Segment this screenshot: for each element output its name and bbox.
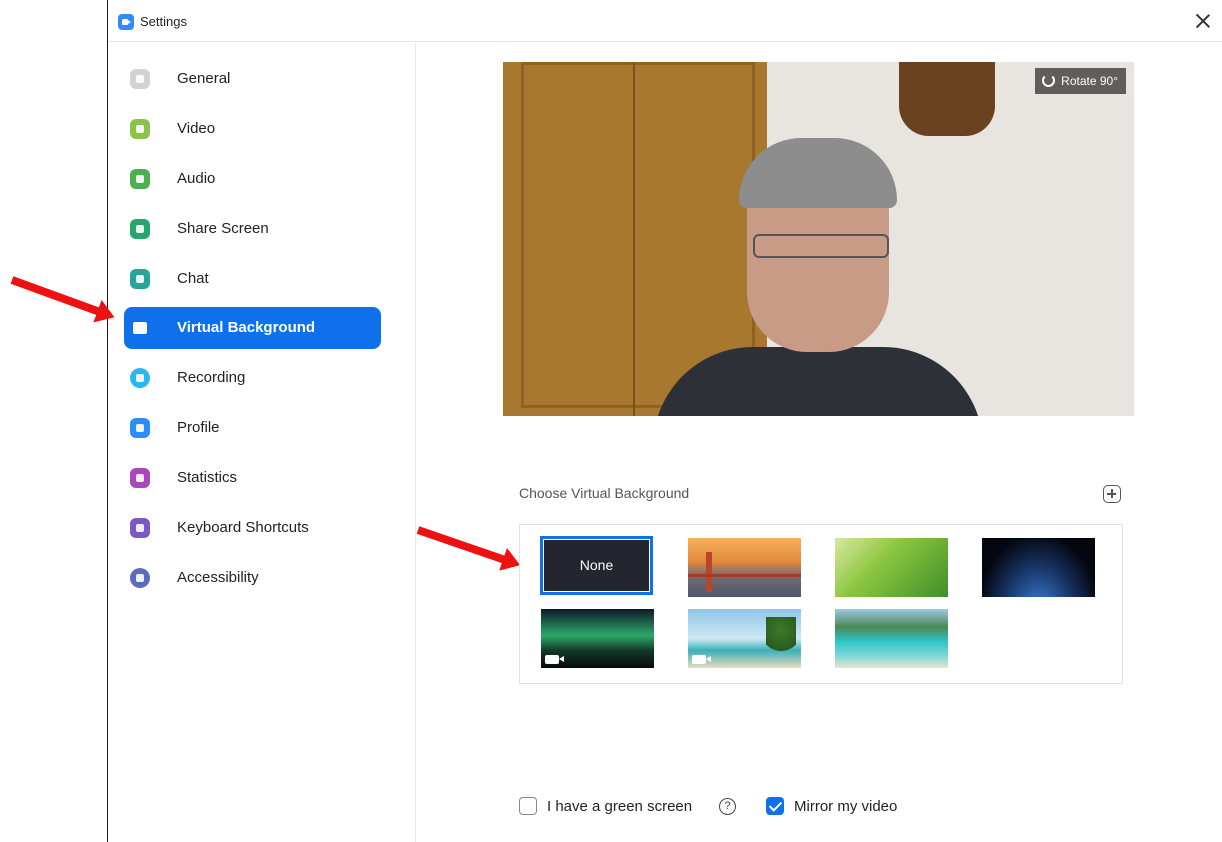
- sidebar-item-recording[interactable]: Recording: [124, 357, 381, 399]
- rotate-icon: [1042, 74, 1056, 87]
- profile-icon: [130, 418, 150, 438]
- background-none-label: None: [579, 557, 614, 573]
- preview-wall-carving: [899, 62, 995, 136]
- window-title: Settings: [140, 14, 187, 29]
- video-badge-icon: [692, 655, 711, 664]
- sidebar-item-label: Accessibility: [177, 569, 259, 586]
- plus-icon[interactable]: [1103, 485, 1121, 503]
- sidebar-item-general[interactable]: General: [124, 58, 381, 100]
- choose-background-heading: Choose Virtual Background: [519, 485, 690, 501]
- headphones-icon: [130, 169, 150, 189]
- sidebar-item-label: Chat: [177, 270, 209, 287]
- background-northern-lights[interactable]: [541, 609, 654, 668]
- sidebar-item-share-screen[interactable]: Share Screen: [124, 208, 381, 250]
- sidebar-item-accessibility[interactable]: Accessibility: [124, 557, 381, 599]
- video-camera-icon: [130, 119, 150, 139]
- background-golden-gate-bridge[interactable]: [688, 538, 801, 597]
- sidebar-item-keyboard-shortcuts[interactable]: Keyboard Shortcuts: [124, 507, 381, 549]
- sidebar-item-label: Audio: [177, 170, 216, 187]
- annotation-arrow-none: [416, 526, 509, 565]
- keyboard-icon: [130, 518, 150, 538]
- settings-sidebar: General Video Audio Share Screen Chat Vi…: [108, 43, 416, 842]
- sidebar-item-label: Keyboard Shortcuts: [177, 519, 309, 536]
- annotation-arrow-sidebar: [10, 276, 103, 317]
- sidebar-item-statistics[interactable]: Statistics: [124, 457, 381, 499]
- palm-tree: [766, 617, 796, 661]
- sidebar-item-label: Virtual Background: [177, 319, 316, 336]
- sidebar-item-label: Share Screen: [177, 220, 269, 237]
- sidebar-item-label: Recording: [177, 369, 246, 386]
- close-icon[interactable]: [1192, 10, 1214, 32]
- record-icon: [130, 368, 150, 388]
- bar-chart-icon: [130, 468, 150, 488]
- sidebar-item-label: Profile: [177, 419, 220, 436]
- rotate-90-button[interactable]: Rotate 90°: [1035, 68, 1126, 94]
- background-green-grass[interactable]: [835, 538, 948, 597]
- bridge-deck: [688, 574, 801, 577]
- background-earth-from-space[interactable]: [982, 538, 1095, 597]
- sidebar-item-chat[interactable]: Chat: [124, 258, 381, 300]
- video-badge-icon: [545, 655, 564, 664]
- share-screen-icon: [130, 219, 150, 239]
- green-screen-checkbox[interactable]: [519, 797, 537, 815]
- video-preview: Rotate 90°: [503, 62, 1134, 416]
- sidebar-item-audio[interactable]: Audio: [124, 158, 381, 200]
- gear-icon: [130, 69, 150, 89]
- bridge-tower: [706, 552, 712, 592]
- help-icon[interactable]: ?: [719, 798, 736, 815]
- sidebar-item-label: Statistics: [177, 469, 238, 486]
- zoom-app-icon: [118, 14, 134, 30]
- preview-glasses: [753, 234, 889, 258]
- sidebar-item-profile[interactable]: Profile: [124, 407, 381, 449]
- background-tropical-beach[interactable]: [835, 609, 948, 668]
- sidebar-item-label: Video: [177, 120, 216, 137]
- sidebar-item-label: General: [177, 70, 231, 87]
- mirror-video-label: Mirror my video: [794, 798, 898, 815]
- background-none[interactable]: None: [540, 536, 653, 595]
- virtual-background-icon: [130, 318, 150, 338]
- green-screen-label: I have a green screen: [547, 798, 693, 815]
- sidebar-item-virtual-background[interactable]: Virtual Background: [124, 307, 381, 349]
- sidebar-item-video[interactable]: Video: [124, 108, 381, 150]
- background-palm-beach[interactable]: [688, 609, 801, 668]
- accessibility-icon: [130, 568, 150, 588]
- rotate-label: Rotate 90°: [1061, 74, 1118, 88]
- title-bar: Settings: [108, 0, 1222, 42]
- chat-bubble-icon: [130, 269, 150, 289]
- mirror-video-checkbox[interactable]: [766, 797, 784, 815]
- background-grid: None: [519, 524, 1123, 684]
